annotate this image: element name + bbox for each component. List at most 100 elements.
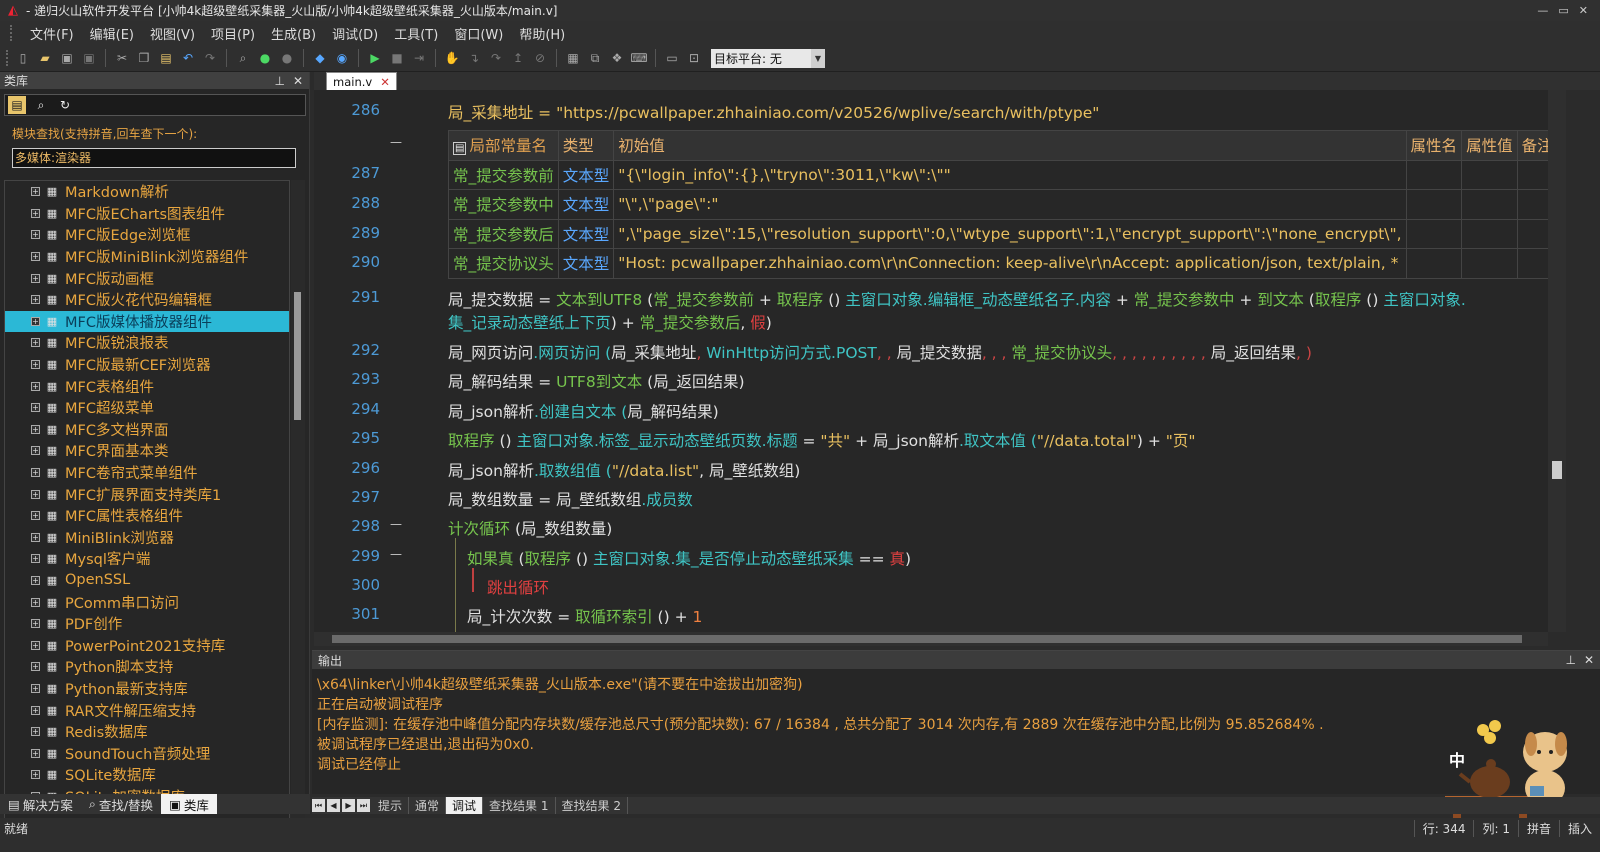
library-tree-item[interactable]: + ▦ PDF创作 (5, 613, 289, 635)
const-type-cell[interactable]: 文本型 (557, 248, 615, 279)
tab-library[interactable]: ▣ 类库 (161, 794, 217, 814)
menu-project[interactable]: 项目(P) (211, 24, 255, 43)
code-line-294[interactable]: 局_json解析.创建自文本 (局_解码结果) (448, 400, 719, 422)
library-tree-item[interactable]: + ▦ MFC版最新CEF浏览器 (5, 354, 289, 376)
editor-horizontal-scrollbar[interactable] (314, 632, 1548, 646)
const-value-cell[interactable]: ",\"page_size\":15,\"resolution_support\… (613, 218, 1407, 249)
chevron-down-icon[interactable]: ▼ (811, 48, 825, 68)
window-icon[interactable]: ❖ (608, 49, 626, 67)
const-type-cell[interactable]: 文本型 (557, 159, 615, 190)
library-tree-item[interactable]: + ▦ MFC版Edge浏览框 (5, 224, 289, 246)
step-out-icon[interactable]: ↥ (509, 49, 527, 67)
expand-icon[interactable]: + (31, 554, 40, 564)
table-row[interactable]: 常_提交参数前 文本型 "{\"login_info\":{},\"tryno\… (448, 159, 1548, 190)
library-tree-item[interactable]: + ▦ MFC界面基本类 (5, 440, 289, 462)
expand-icon[interactable]: + (31, 230, 40, 240)
pin-icon[interactable]: ⊥ (1565, 653, 1575, 667)
library-tree-item[interactable]: + ▦ RAR文件解压缩支持 (5, 699, 289, 721)
tab-normal[interactable]: 通常 (409, 797, 447, 814)
library-tree-item[interactable]: + ▦ MFC卷帘式菜单组件 (5, 462, 289, 484)
code-line-301[interactable]: 局_计次次数 = 取循环索引 () + 1 (467, 605, 702, 627)
fold-marker[interactable]: — (390, 547, 404, 561)
code-line-296[interactable]: 局_json解析.取数组值 ("//data.list", 局_壁纸数组) (448, 459, 800, 481)
expand-icon[interactable]: + (31, 295, 40, 305)
expand-icon[interactable]: + (31, 683, 40, 693)
watch-icon[interactable]: ▦ (564, 49, 582, 67)
expand-icon[interactable]: + (31, 252, 40, 262)
expand-icon[interactable]: + (31, 360, 40, 370)
const-value-cell[interactable]: "{\"login_info\":{},\"tryno\":3011,\"kw\… (613, 159, 1407, 190)
library-tree-item[interactable]: + ▦ MFC版动画框 (5, 267, 289, 289)
library-tree-item[interactable]: + ▦ MFC表格组件 (5, 375, 289, 397)
expand-icon[interactable]: + (31, 748, 40, 758)
code-line-300[interactable]: 跳出循环 (487, 576, 549, 598)
library-tree-item[interactable]: + ▦ Markdown解析 (5, 181, 289, 203)
search-window-icon[interactable]: ⊡ (685, 49, 703, 67)
library-tree-item[interactable]: + ▦ OpenSSL (5, 570, 289, 592)
expand-icon[interactable]: + (31, 705, 40, 715)
expand-icon[interactable]: + (31, 273, 40, 283)
code-line-297[interactable]: 局_数组数量 = 局_壁纸数组.成员数 (448, 488, 693, 510)
library-tree-item[interactable]: + ▦ Python脚本支持 (5, 656, 289, 678)
library-tree-item[interactable]: + ▦ SQLite数据库 (5, 764, 289, 786)
menu-window[interactable]: 窗口(W) (454, 24, 503, 43)
library-tree-item[interactable]: + ▦ MFC属性表格组件 (5, 505, 289, 527)
first-tab-icon[interactable]: ⏮ (312, 799, 325, 812)
step-icon[interactable]: ⇥ (410, 49, 428, 67)
tab-find-result-2[interactable]: 查找结果 2 (556, 797, 628, 814)
expand-icon[interactable]: + (31, 446, 40, 456)
expand-icon[interactable]: + (31, 316, 40, 326)
stop-icon[interactable]: ■ (388, 49, 406, 67)
redo-icon[interactable]: ↷ (201, 49, 219, 67)
expand-icon[interactable]: + (31, 208, 40, 218)
library-tree-item[interactable]: + ▦ PowerPoint2021支持库 (5, 634, 289, 656)
code-line-299[interactable]: 如果真 (取程序 () 主窗口对象.集_是否停止动态壁纸采集 == 真) (467, 547, 911, 569)
expand-icon[interactable]: + (31, 619, 40, 629)
stop-go-icon[interactable]: ● (278, 49, 296, 67)
library-tree-item[interactable]: + ▦ MFC版锐浪报表 (5, 332, 289, 354)
step-into-icon[interactable]: ↴ (465, 49, 483, 67)
library-scrollbar[interactable] (291, 180, 305, 852)
const-name-cell[interactable]: 常_提交参数后 (448, 218, 559, 249)
close-tab-icon[interactable]: ✕ (380, 75, 390, 89)
expand-icon[interactable]: + (31, 727, 40, 737)
tab-find-replace[interactable]: ⌕ 查找/替换 (81, 794, 161, 814)
expand-icon[interactable]: + (31, 770, 40, 780)
output-window-icon[interactable]: ▭ (663, 49, 681, 67)
target-platform-select[interactable]: 目标平台: 无 ▼ (711, 48, 825, 68)
library-tree-item[interactable]: + ▦ PComm串口访问 (5, 591, 289, 613)
library-tree-item[interactable]: + ▦ MFC版火花代码编辑框 (5, 289, 289, 311)
memory-icon[interactable]: ⧉ (586, 49, 604, 67)
menu-debug[interactable]: 调试(D) (332, 24, 378, 43)
library-view-icon[interactable]: ▤ (8, 96, 26, 114)
cut-icon[interactable]: ✂ (113, 49, 131, 67)
expand-icon[interactable]: + (31, 424, 40, 434)
close-icon[interactable]: ✕ (293, 74, 303, 88)
tab-find-result-1[interactable]: 查找结果 1 (483, 797, 556, 814)
new-file-icon[interactable]: ▯ (14, 49, 32, 67)
tab-main-v[interactable]: main.v ✕ (326, 72, 397, 90)
expand-icon[interactable]: + (31, 662, 40, 672)
menu-view[interactable]: 视图(V) (150, 24, 195, 43)
library-tree-item[interactable]: + ▦ MFC扩展界面支持类库1 (5, 483, 289, 505)
next-tab-icon[interactable]: ▶ (342, 799, 355, 812)
expand-icon[interactable]: + (31, 597, 40, 607)
library-tree-item[interactable]: + ▦ MFC版MiniBlink浏览器组件 (5, 246, 289, 268)
hand-icon[interactable]: ✋ (443, 49, 461, 67)
expand-icon[interactable]: + (31, 381, 40, 391)
fold-marker[interactable]: — (390, 135, 404, 149)
menu-edit[interactable]: 编辑(E) (90, 24, 134, 43)
module-search-input[interactable]: 多媒体:渲染器 (12, 148, 296, 168)
search-icon[interactable]: ⌕ (32, 96, 50, 114)
window2-icon[interactable]: ⌨ (630, 49, 648, 67)
menu-help[interactable]: 帮助(H) (519, 24, 565, 43)
menu-file[interactable]: 文件(F) (30, 24, 74, 43)
paste-icon[interactable]: ▤ (157, 49, 175, 67)
expand-icon[interactable]: + (31, 403, 40, 413)
code-line-295[interactable]: 取程序 () 主窗口对象.标签_显示动态壁纸页数.标题 = "共" + 局_js… (448, 429, 1196, 451)
code-line-286[interactable]: 局_采集地址 = "https://pcwallpaper.zhhainiao.… (448, 101, 1099, 123)
library-tree-item[interactable]: + ▦ Mysql客户端 (5, 548, 289, 570)
menu-tools[interactable]: 工具(T) (394, 24, 438, 43)
tab-debug[interactable]: 调试 (446, 797, 484, 814)
binoculars-icon[interactable]: ⌕ (234, 49, 252, 67)
